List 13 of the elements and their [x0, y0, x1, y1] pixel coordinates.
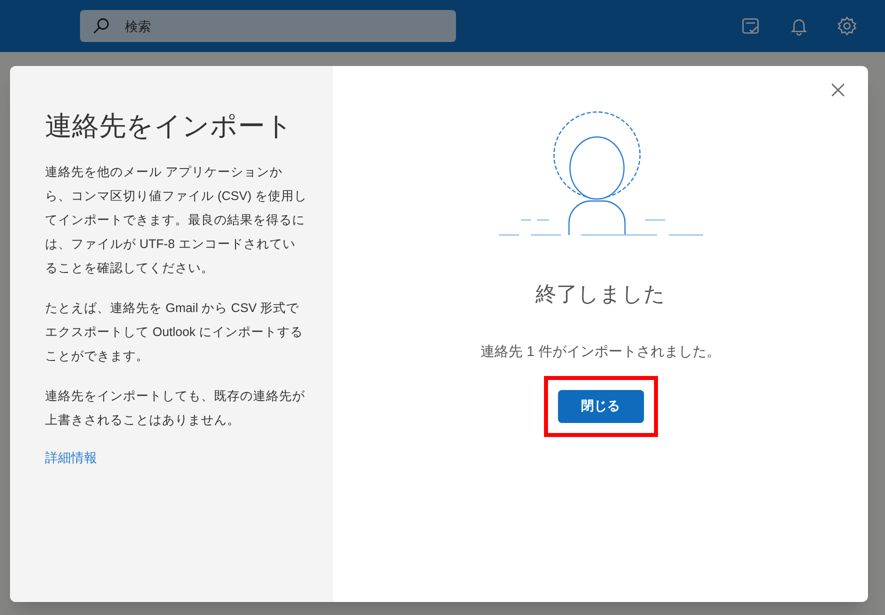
status-message: 連絡先 1 件がインポートされました。 — [480, 342, 720, 360]
settings-icon[interactable] — [837, 16, 857, 36]
search-icon — [92, 17, 110, 35]
checklist-icon[interactable] — [741, 16, 761, 36]
search-field[interactable]: 検索 — [80, 10, 456, 42]
close-icon[interactable] — [831, 83, 845, 97]
description-text: たとえば、連絡先を Gmail から CSV 形式でエクスポートして Outlook にインポートすることができます。 — [45, 300, 304, 365]
dialog-title: 連絡先をインポート — [45, 110, 294, 143]
more-info-link[interactable]: 詳細情報 — [45, 448, 97, 468]
status-title: 終了しました — [536, 282, 666, 308]
close-button[interactable]: 閉じる — [558, 390, 644, 422]
description-text: 連絡先をインポートしても、既存の連絡先が上書きされることはありません。 — [45, 388, 306, 429]
description-text: 連絡先を他のメール アプリケーションから、コンマ区切り値ファイル (CSV) を使用してインポートできます。最良の結果を得るには、ファイルが UTF-8 エンコードされていることを確認してください。 — [45, 164, 307, 277]
